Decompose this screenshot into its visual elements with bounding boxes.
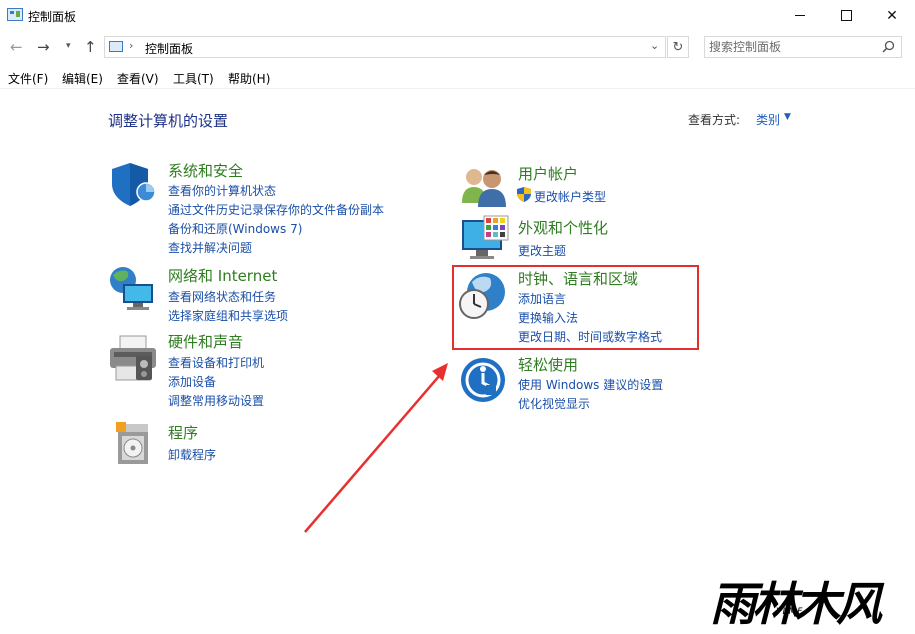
watermark-sub: YLMF <box>776 607 804 617</box>
watermark-logo: 雨林木风 <box>710 577 882 631</box>
annotation-arrow <box>304 363 448 533</box>
